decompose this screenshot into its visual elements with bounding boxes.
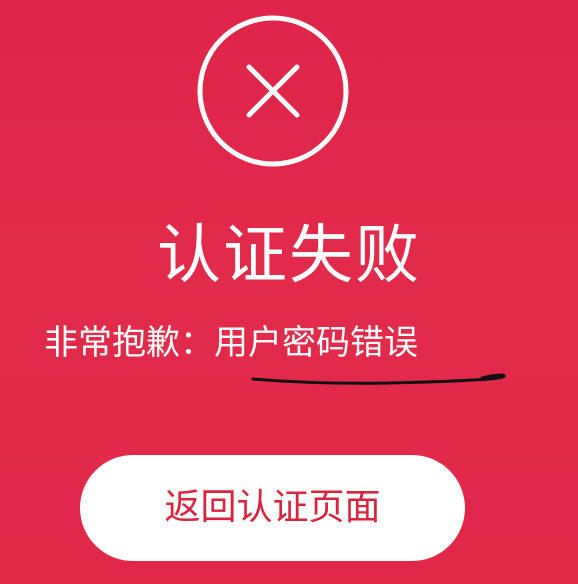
auth-failure-screen: 认证失败 非常抱歉：用户密码错误 返回认证页面 [0,0,578,584]
close-circle-icon [197,15,349,167]
handwritten-underline [251,373,506,385]
error-message: 非常抱歉：用户密码错误 [44,318,418,368]
error-message-prefix: 非常抱歉： [44,323,214,363]
back-to-auth-button[interactable]: 返回认证页面 [80,455,465,561]
page-title: 认证失败 [157,219,421,293]
error-message-detail: 用户密码错误 [214,323,418,363]
